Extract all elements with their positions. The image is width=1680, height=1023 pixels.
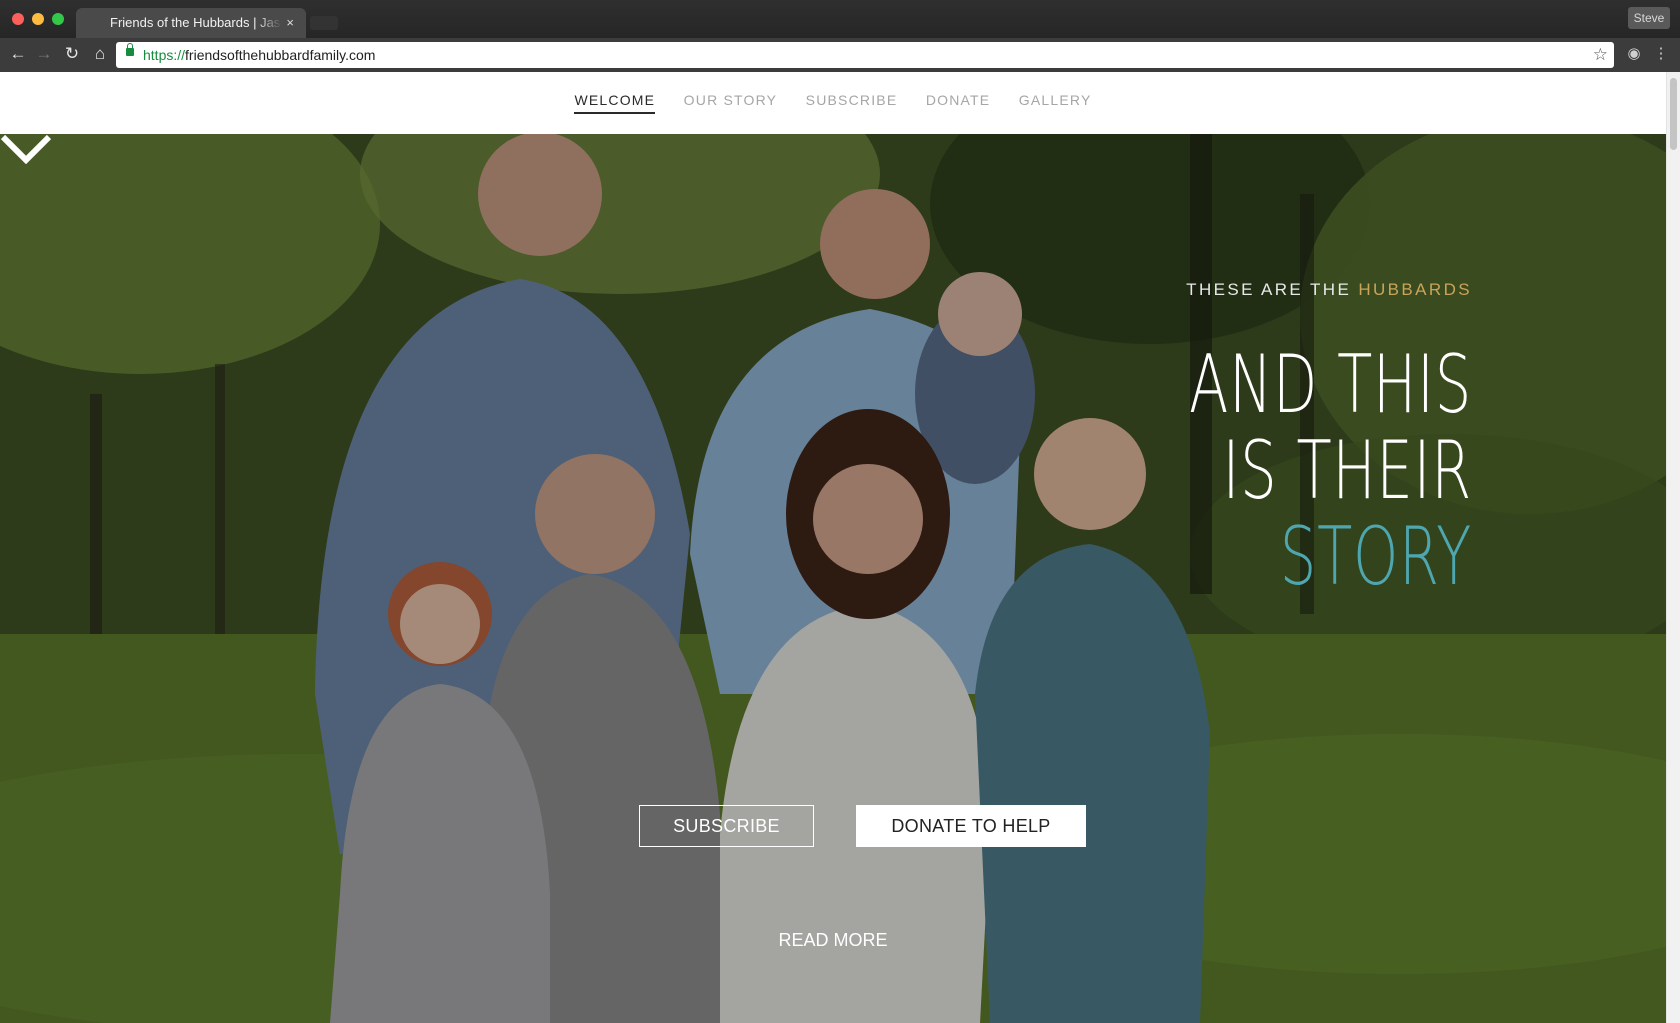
page-viewport: WELCOME OUR STORY SUBSCRIBE DONATE GALLE… xyxy=(0,72,1680,1023)
headline-line-2: IS THEIR xyxy=(1222,424,1472,517)
tab-close-icon[interactable]: × xyxy=(286,8,294,38)
scroll-thumb[interactable] xyxy=(1670,78,1677,150)
nav-item-welcome[interactable]: WELCOME xyxy=(574,92,656,114)
browser-titlebar: Friends of the Hubbards | Jason × Steve xyxy=(0,0,1680,38)
nav-item-donate[interactable]: DONATE xyxy=(926,92,991,112)
hero-section: THESE ARE THE HUBBARDS AND THIS IS THEIR… xyxy=(0,134,1666,1023)
tab-title: Friends of the Hubbards | Jason xyxy=(110,15,282,30)
nav-item-our-story[interactable]: OUR STORY xyxy=(684,92,778,112)
read-more-link[interactable]: READ MORE xyxy=(733,930,933,951)
page-scrollbar[interactable] xyxy=(1666,72,1680,1023)
eyebrow-accent: HUBBARDS xyxy=(1358,280,1472,299)
forward-icon[interactable]: → xyxy=(32,42,56,66)
subscribe-button[interactable]: SUBSCRIBE xyxy=(639,805,814,847)
chevron-down-icon[interactable] xyxy=(0,134,52,164)
browser-tab[interactable]: Friends of the Hubbards | Jason × xyxy=(76,8,306,38)
minimize-window-button[interactable] xyxy=(32,13,44,25)
menu-icon[interactable]: ⋮ xyxy=(1649,42,1673,66)
browser-toolbar: ← → ↻ ⌂ https://friendsofthehubbardfamil… xyxy=(0,38,1680,72)
camera-icon[interactable]: ◉ xyxy=(1622,42,1646,66)
close-window-button[interactable] xyxy=(12,13,24,25)
reload-icon[interactable]: ↻ xyxy=(60,42,84,66)
headline-line-1: AND THIS xyxy=(1189,338,1472,431)
new-tab-button[interactable] xyxy=(310,16,338,30)
url-text[interactable]: https://friendsofthehubbardfamily.com xyxy=(143,42,375,68)
lock-icon xyxy=(126,43,134,56)
nav-item-gallery[interactable]: GALLERY xyxy=(1019,92,1092,112)
nav-item-subscribe[interactable]: SUBSCRIBE xyxy=(806,92,898,112)
site-navigation: WELCOME OUR STORY SUBSCRIBE DONATE GALLE… xyxy=(0,72,1666,134)
eyebrow-prefix: THESE ARE THE xyxy=(1186,280,1359,299)
back-icon[interactable]: ← xyxy=(6,42,30,66)
headline-line-3: STORY xyxy=(1279,510,1472,603)
donate-button[interactable]: DONATE TO HELP xyxy=(856,805,1086,847)
profile-button[interactable]: Steve xyxy=(1628,7,1670,29)
address-bar[interactable]: https://friendsofthehubbardfamily.com ☆ xyxy=(116,42,1614,68)
hero-headline: AND THIS IS THEIR STORY xyxy=(1079,342,1472,600)
star-icon[interactable]: ☆ xyxy=(1593,42,1608,68)
hero-eyebrow: THESE ARE THE HUBBARDS xyxy=(1186,280,1472,300)
zoom-window-button[interactable] xyxy=(52,13,64,25)
url-scheme: https:// xyxy=(143,47,186,63)
url-host: friendsofthehubbardfamily.com xyxy=(185,47,376,63)
home-icon[interactable]: ⌂ xyxy=(88,42,112,66)
